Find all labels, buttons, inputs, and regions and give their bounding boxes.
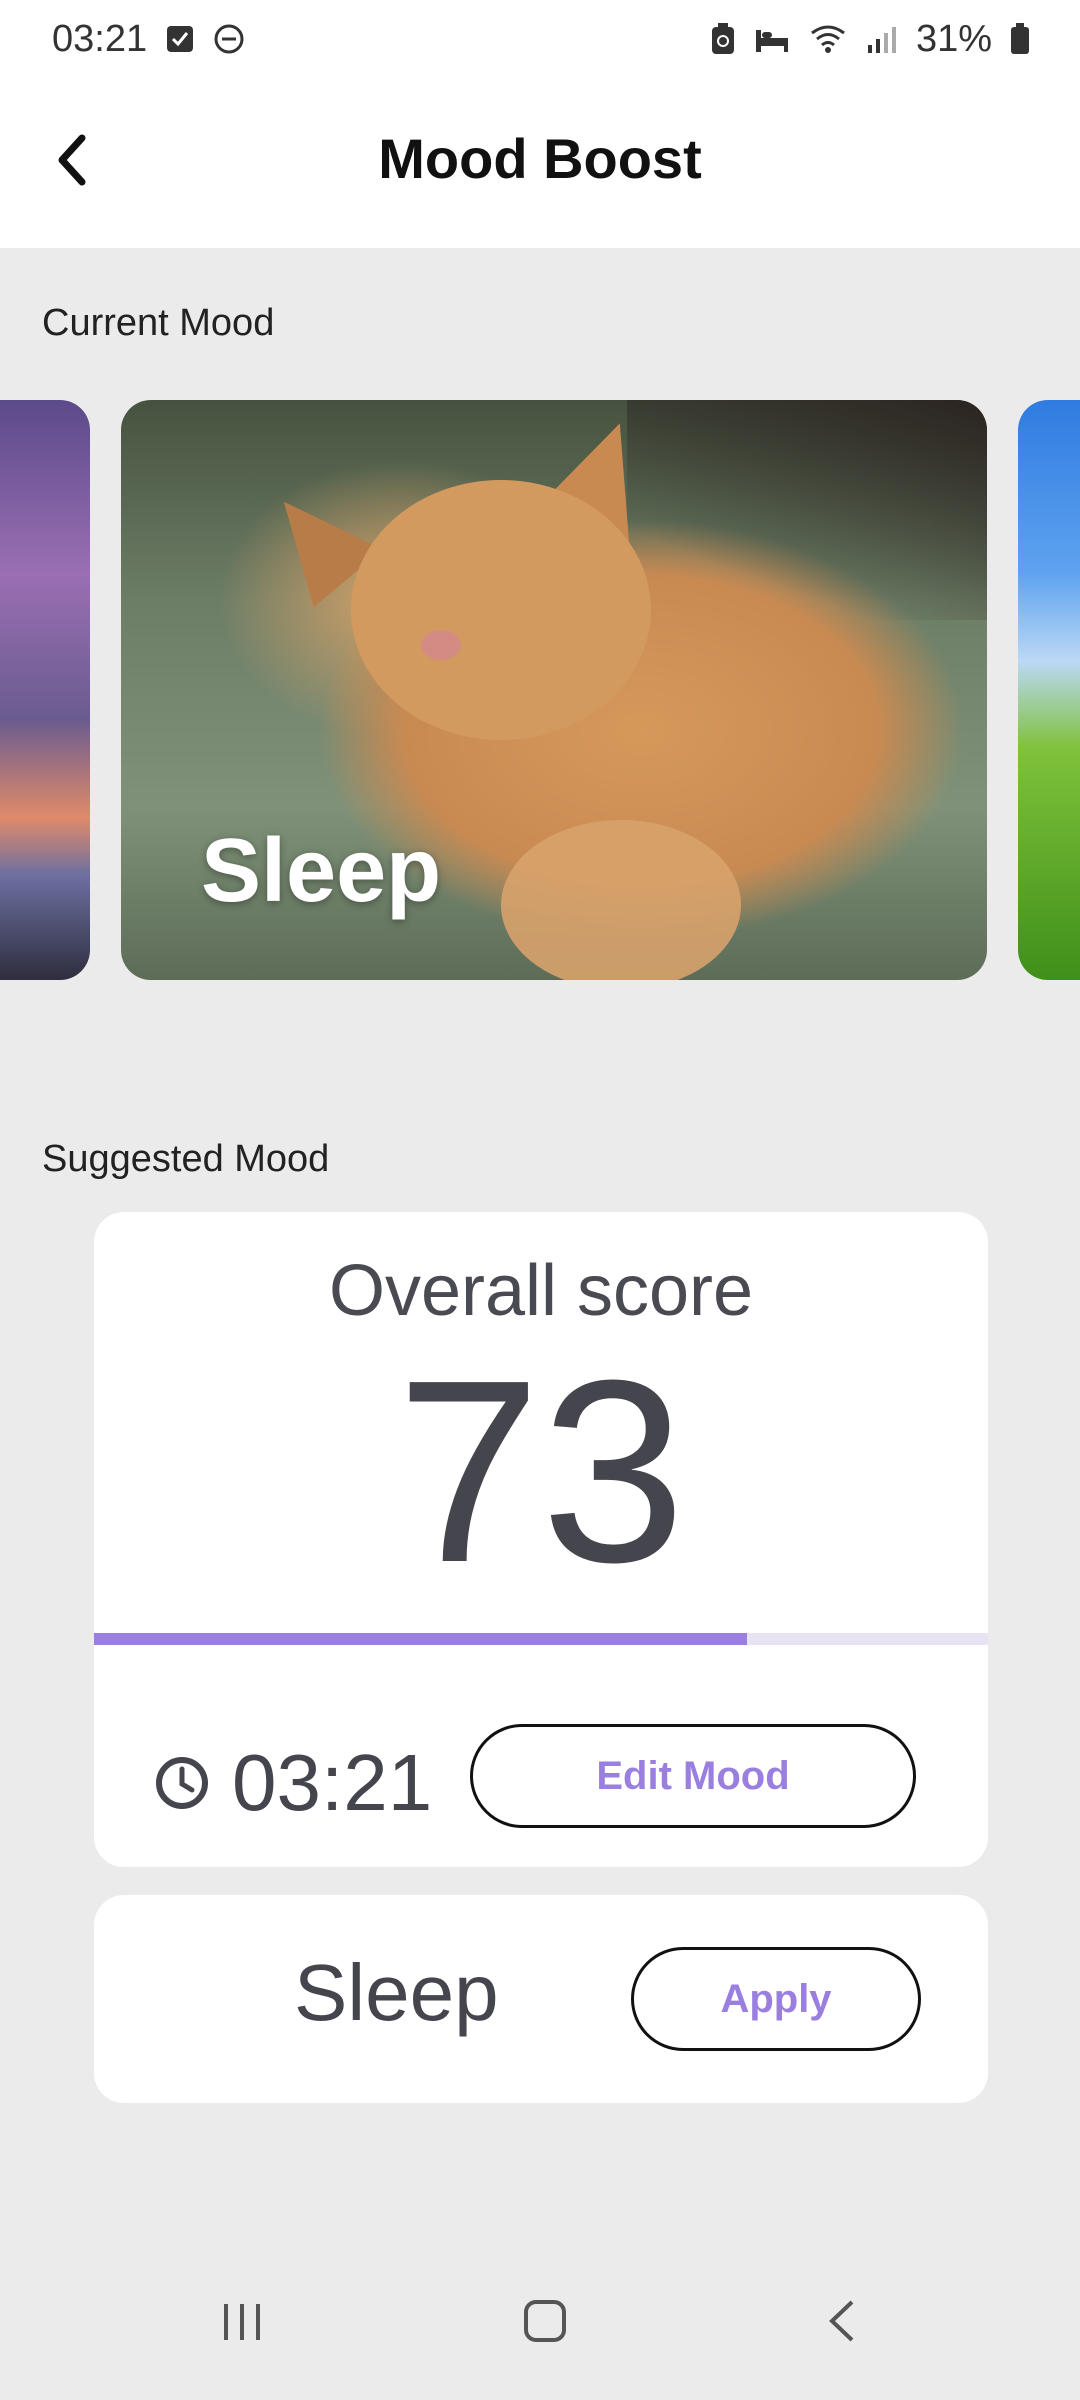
status-bar: 03:21 31% — [0, 0, 1080, 78]
mood-card-sleep[interactable]: Sleep — [121, 400, 987, 980]
home-icon — [524, 2300, 566, 2342]
clock-icon — [156, 1757, 208, 1809]
status-left: 03:21 — [52, 18, 245, 61]
cat-image — [351, 480, 651, 740]
time-row: 03:21 — [154, 1737, 432, 1829]
apply-button[interactable]: Apply — [631, 1947, 921, 2051]
score-card: Overall score 73 03:21 Edit Mood — [94, 1212, 988, 1867]
score-progress-bar — [94, 1633, 988, 1645]
current-mood-label: Current Mood — [42, 302, 275, 344]
cat-paw — [501, 820, 741, 980]
mood-card-label: Sleep — [201, 821, 442, 921]
app-bar: Mood Boost — [0, 78, 1080, 248]
back-icon — [829, 2300, 854, 2342]
suggestion-card: Sleep Apply — [94, 1895, 988, 2103]
recents-icon — [224, 2304, 260, 2340]
home-button[interactable] — [522, 2298, 568, 2349]
status-time: 03:21 — [52, 17, 148, 60]
edit-mood-button[interactable]: Edit Mood — [470, 1724, 916, 1828]
mood-carousel[interactable]: Sleep — [0, 400, 1080, 980]
suggested-mood-label: Suggested Mood — [42, 1138, 330, 1180]
suggested-mood-name: Sleep — [294, 1948, 499, 2037]
mood-card-sunset[interactable] — [0, 400, 90, 980]
recents-button[interactable] — [220, 2300, 264, 2349]
status-right: 31% — [710, 18, 1030, 61]
system-back-button[interactable] — [820, 2298, 866, 2349]
mood-card-landscape[interactable] — [1018, 400, 1080, 980]
sleep-icon — [754, 24, 790, 54]
do-not-disturb-icon — [213, 23, 245, 55]
cat-image-shadow — [627, 400, 987, 620]
battery-percentage: 31% — [915, 17, 992, 60]
mood-time: 03:21 — [232, 1738, 433, 1827]
cat-nose — [421, 630, 461, 660]
battery-saver-icon — [710, 22, 736, 56]
system-nav-bar — [0, 2260, 1080, 2400]
battery-icon — [1010, 23, 1030, 55]
score-value: 73 — [396, 1327, 686, 1617]
score-title: Overall score — [328, 1251, 754, 1331]
page-title: Mood Boost — [378, 127, 702, 190]
score-progress-fill — [94, 1633, 747, 1645]
task-done-icon — [165, 24, 195, 54]
wifi-icon — [808, 23, 848, 55]
signal-icon — [866, 23, 898, 55]
